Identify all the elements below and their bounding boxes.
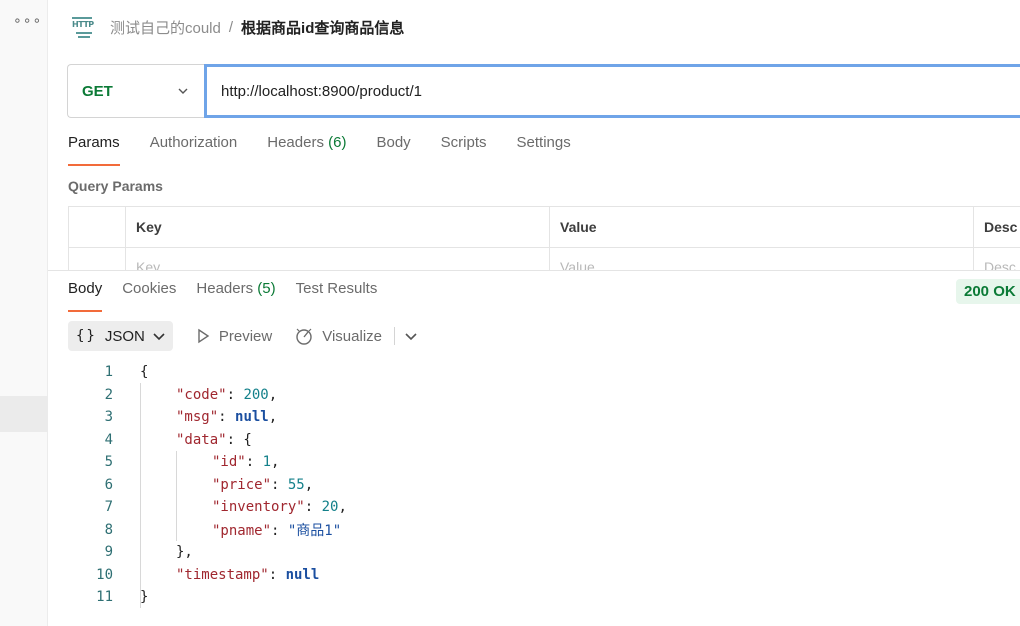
response-toolbar: {} JSON Preview Visualize <box>68 321 417 351</box>
visualize-icon <box>296 328 312 345</box>
breadcrumb: HTTP 测试自己的could / 根据商品id查询商品信息 <box>72 14 404 40</box>
tab-params[interactable]: Params <box>68 134 120 166</box>
url-input[interactable]: http://localhost:8900/product/1 <box>204 64 1020 118</box>
code-line: 3 "msg": null, <box>104 409 278 426</box>
response-tab-headers[interactable]: Headers (5) <box>196 280 275 312</box>
tab-headers[interactable]: Headers (6) <box>267 134 346 166</box>
code-line: 8 "pname": "商品1" <box>104 521 342 539</box>
key-input[interactable]: Key <box>126 248 550 270</box>
response-tab-cookies[interactable]: Cookies <box>122 280 176 312</box>
code-line: 9}, <box>104 544 193 561</box>
column-header-key: Key <box>126 207 550 247</box>
code-line: 5 "id": 1, <box>104 454 280 471</box>
pane-divider[interactable] <box>48 270 1020 271</box>
tab-settings[interactable]: Settings <box>517 134 571 166</box>
code-line: 7 "inventory": 20, <box>104 499 347 516</box>
response-body-editor[interactable]: 1{ 2 "code": 200, 3 "msg": null, 4 "data": … <box>68 361 968 609</box>
visualize-label: Visualize <box>322 327 382 345</box>
response-tabs: Body Cookies Headers (5) Test Results <box>68 280 397 312</box>
description-input[interactable]: Desc <box>974 248 1020 270</box>
response-tab-test-results[interactable]: Test Results <box>296 280 378 312</box>
column-header-value: Value <box>550 207 974 247</box>
preview-label: Preview <box>218 327 273 345</box>
visualize-dropdown[interactable] <box>405 331 417 341</box>
tab-scripts[interactable]: Scripts <box>441 134 487 166</box>
sidebar-selected-item[interactable] <box>0 396 48 432</box>
visualize-button[interactable]: Visualize <box>294 326 382 346</box>
query-params-table: Key Value Desc Key Value Desc <box>68 206 1020 270</box>
response-tab-body[interactable]: Body <box>68 280 103 312</box>
code-line: 11} <box>96 589 149 606</box>
chevron-down-icon <box>153 333 165 341</box>
query-params-title: Query Params <box>68 178 163 194</box>
format-dropdown[interactable]: {} JSON <box>68 321 173 351</box>
toolbar-divider <box>394 327 395 345</box>
play-icon <box>198 328 210 344</box>
checkbox-column-header <box>69 207 126 247</box>
method-label: GET <box>82 82 113 100</box>
table-header-row: Key Value Desc <box>69 207 1020 248</box>
method-dropdown[interactable]: GET <box>67 64 204 118</box>
code-line: 10 "timestamp": null <box>96 566 320 583</box>
breadcrumb-separator: / <box>228 18 234 36</box>
status-badge[interactable]: 200 OK <box>956 279 1020 304</box>
chevron-down-icon <box>405 333 417 341</box>
headers-count: (6) <box>328 134 347 151</box>
value-input[interactable]: Value <box>550 248 974 270</box>
code-line: 1{ <box>104 364 149 381</box>
table-row: Key Value Desc <box>69 248 1020 270</box>
code-line: 2 "code": 200, <box>104 386 278 403</box>
http-request-icon: HTTP <box>72 16 96 38</box>
code-line: 6 "price": 55, <box>104 476 314 493</box>
preview-button[interactable]: Preview <box>195 328 272 345</box>
column-header-description: Desc <box>984 219 1018 235</box>
row-checkbox[interactable] <box>69 248 126 270</box>
more-options-icon[interactable]: ∘∘∘ <box>13 12 42 29</box>
left-sidebar: ∘∘∘ <box>0 0 48 626</box>
tab-body[interactable]: Body <box>376 134 410 166</box>
request-tabs: Params Authorization Headers (6) Body Sc… <box>68 134 601 166</box>
request-title[interactable]: 根据商品id查询商品信息 <box>241 17 404 38</box>
response-headers-count: (5) <box>257 280 276 297</box>
breadcrumb-collection[interactable]: 测试自己的could <box>110 17 221 38</box>
braces-icon: {} <box>76 328 97 344</box>
format-label: JSON <box>104 327 145 345</box>
request-bar: GET http://localhost:8900/product/1 <box>67 64 1020 118</box>
tab-authorization[interactable]: Authorization <box>150 134 238 166</box>
chevron-down-icon <box>178 88 188 94</box>
code-line: 4 "data": { <box>104 431 252 448</box>
